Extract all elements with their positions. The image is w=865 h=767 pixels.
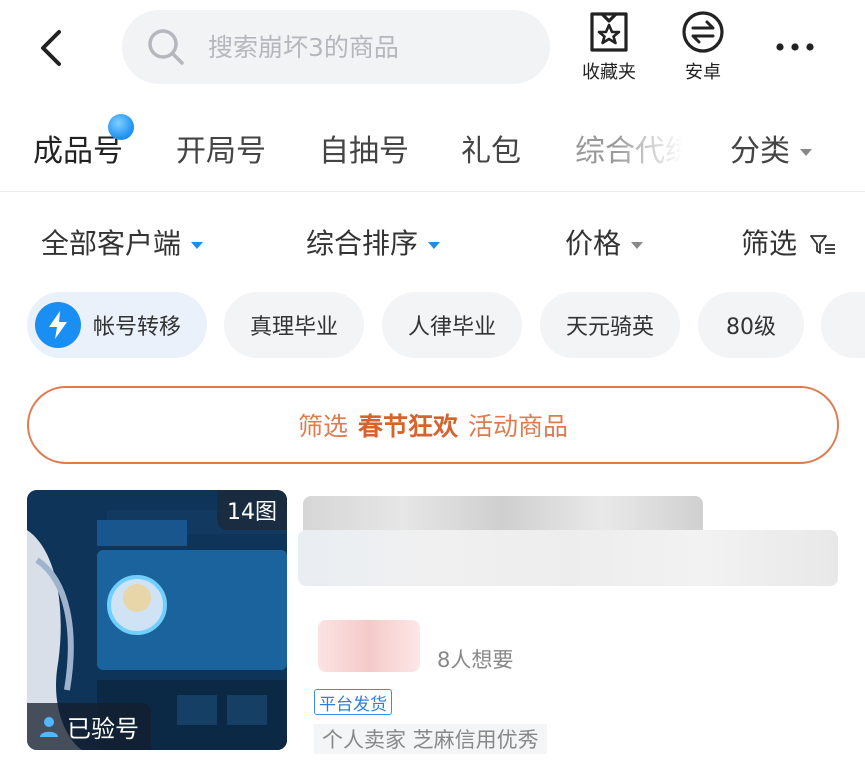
more-button[interactable] (770, 30, 820, 64)
chip-label: 天元骑英 (565, 315, 654, 340)
tab-category-menu[interactable]: 分类 (730, 126, 812, 170)
chip-tianyuan-knight[interactable]: 天元骑英 (540, 292, 680, 358)
chip-account-transfer[interactable]: 帐号转移 (27, 292, 207, 358)
blurred-description (298, 530, 838, 586)
image-count-badge: 14图 (217, 490, 287, 530)
sort-filter-bar: 全部客户端 综合排序 价格 筛选 (0, 192, 865, 288)
blurred-price (318, 620, 420, 672)
chevron-left-icon (41, 30, 61, 66)
chip-herrscher-graduated[interactable]: 人律毕业 (382, 292, 522, 358)
tab-starter-account[interactable]: 开局号 (176, 126, 266, 170)
favorites-button[interactable]: 收藏夹 (574, 10, 644, 90)
client-dropdown[interactable]: 全部客户端 (41, 222, 204, 262)
caret-down-icon (428, 241, 441, 249)
platform-label: 安卓 (685, 62, 721, 83)
sort-dropdown[interactable]: 综合排序 (306, 222, 441, 262)
tab-self-pull-account[interactable]: 自抽号 (319, 126, 409, 170)
tab-category-label: 分类 (730, 134, 790, 169)
platform-delivery-tag: 平台发货 (314, 689, 392, 715)
filter-button[interactable]: 筛选 (741, 222, 836, 262)
chip-level-80[interactable]: 80级 (698, 292, 804, 358)
category-tabs: 成品号 开局号 自抽号 礼包 综合代练 分类 (0, 100, 865, 192)
client-label: 全部客户端 (41, 227, 182, 260)
promo-highlight: 春节狂欢 (357, 412, 458, 441)
filter-icon (810, 235, 835, 254)
promo-suffix: 活动商品 (468, 412, 569, 441)
more-horizontal-icon (776, 43, 814, 51)
chip-label: 80级 (726, 315, 776, 340)
back-button[interactable] (28, 22, 76, 74)
verified-label: 已验号 (67, 715, 139, 743)
chip-label: 真理毕业 (249, 315, 338, 340)
listing-thumbnail[interactable]: 14图 已验号 (27, 490, 287, 750)
star-box-icon (590, 12, 628, 52)
chip-truth-graduated[interactable]: 真理毕业 (224, 292, 364, 358)
favorites-label: 收藏夹 (582, 62, 636, 83)
promo-filter-banner[interactable]: 筛选 春节狂欢 活动商品 (27, 386, 839, 464)
chip-label: 帐号转移 (93, 315, 182, 340)
chip-label: 人律毕业 (407, 315, 496, 340)
caret-down-icon (800, 149, 812, 156)
price-sort[interactable]: 价格 (565, 222, 644, 262)
tab-fade-overlay (615, 102, 695, 190)
top-bar: 收藏夹 安卓 (0, 0, 865, 100)
tab-gift-pack[interactable]: 礼包 (461, 126, 521, 170)
user-icon (40, 716, 58, 737)
search-icon (148, 29, 184, 65)
price-label: 价格 (565, 227, 622, 260)
chip-partial[interactable] (821, 292, 865, 358)
sort-label: 综合排序 (306, 227, 419, 260)
want-count: 8人想要 (437, 648, 514, 672)
caret-down-icon (191, 241, 204, 249)
platform-switch-button[interactable]: 安卓 (668, 10, 738, 90)
caret-down-icon (631, 241, 644, 249)
notification-dot (108, 114, 134, 140)
promo-prefix: 筛选 (297, 412, 348, 441)
lightning-icon (35, 302, 81, 348)
quick-filter-chips: 帐号转移 真理毕业 人律毕业 天元骑英 80级 (0, 292, 865, 360)
verified-badge: 已验号 (27, 703, 151, 750)
search-input[interactable] (208, 32, 528, 62)
swap-circle-icon (682, 11, 724, 53)
search-bar[interactable] (122, 10, 550, 84)
filter-label: 筛选 (741, 227, 798, 260)
seller-info: 个人卖家 芝麻信用优秀 (314, 724, 547, 754)
